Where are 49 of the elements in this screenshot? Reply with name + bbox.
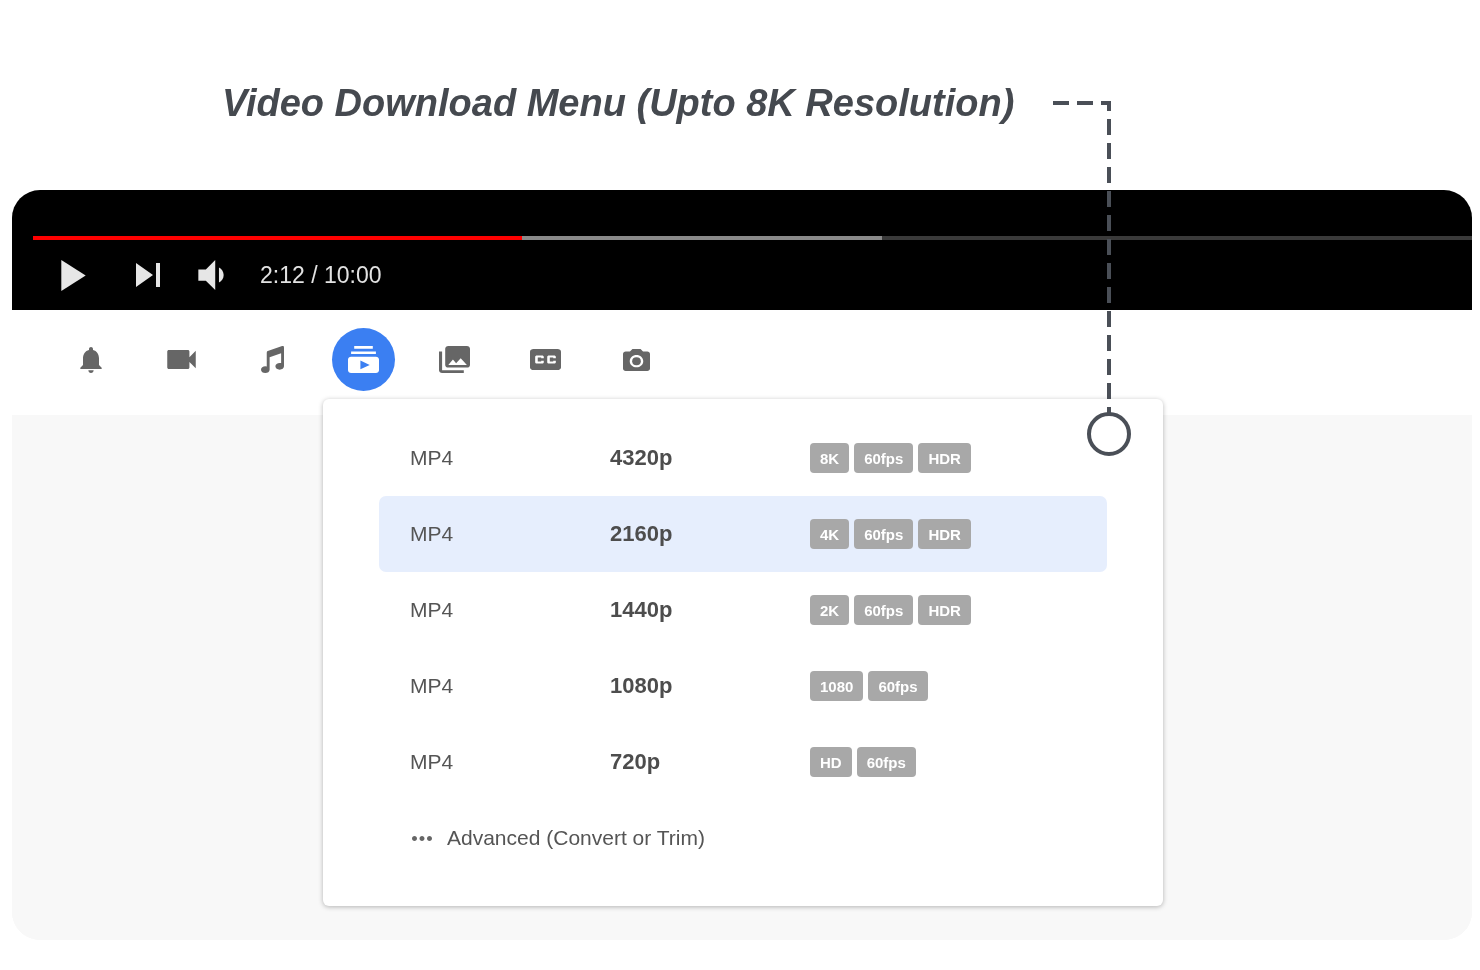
bell-icon (79, 346, 102, 373)
quality-badge: 60fps (854, 595, 914, 625)
more-dots-icon (412, 835, 432, 841)
toolbar-button[interactable] (530, 349, 561, 370)
resolution-text: 1080p (610, 673, 673, 698)
music-note-icon (261, 346, 284, 373)
resolution-text: 720p (610, 749, 661, 774)
quality-badge: 1080 (810, 671, 864, 701)
images-icon (439, 346, 470, 373)
format-text: MP4 (410, 674, 454, 697)
page-title: Video Download Menu (Upto 8K Resolution) (222, 81, 1015, 125)
toolbar-button[interactable] (623, 348, 650, 371)
toolbar-button[interactable] (167, 350, 196, 369)
volume-icon[interactable] (198, 260, 224, 290)
download-option-row[interactable]: MP4 1080p 1080 60fps (379, 648, 1107, 724)
video-camera-icon (167, 350, 196, 369)
quality-badge: 60fps (854, 519, 914, 549)
quality-badge: HDR (918, 519, 971, 549)
resolution-text: 1440p (610, 597, 673, 622)
quality-badge: 60fps (856, 747, 916, 777)
play-icon[interactable] (61, 259, 86, 291)
quality-badge: HDR (918, 443, 971, 473)
download-option-row[interactable]: MP4 720p HD 60fps (379, 724, 1107, 800)
toolbar-button[interactable] (261, 346, 284, 373)
format-text: MP4 (410, 750, 454, 773)
resolution-text: 4320p (610, 445, 673, 470)
skip-next-icon[interactable] (136, 263, 160, 287)
toolbar-button[interactable] (79, 346, 102, 373)
download-option-row[interactable]: MP4 4320p 8K 60fps HDR (379, 420, 1107, 496)
quality-badge: HDR (918, 595, 971, 625)
quality-badge: 8K (810, 443, 850, 473)
quality-badge: 60fps (868, 671, 928, 701)
resolution-text: 2160p (610, 521, 673, 546)
progress-track[interactable] (33, 236, 1472, 240)
format-text: MP4 (410, 598, 454, 621)
quality-badge: 60fps (854, 443, 914, 473)
format-text: MP4 (410, 446, 454, 469)
download-option-row[interactable]: MP4 1440p 2K 60fps HDR (379, 572, 1107, 648)
quality-badge: 2K (810, 595, 850, 625)
time-display: 2:12 / 10:00 (260, 261, 382, 289)
closed-captions-icon (530, 349, 561, 370)
advanced-option[interactable]: Advanced (Convert or Trim) (412, 826, 705, 850)
camera-icon (623, 348, 650, 371)
quality-badge: 4K (810, 519, 850, 549)
format-text: MP4 (410, 522, 454, 545)
toolbar-button[interactable] (439, 346, 470, 373)
download-option-row[interactable]: MP4 2160p 4K 60fps HDR (379, 496, 1107, 572)
video-stack-icon (348, 346, 379, 373)
quality-badge: HD (810, 747, 852, 777)
